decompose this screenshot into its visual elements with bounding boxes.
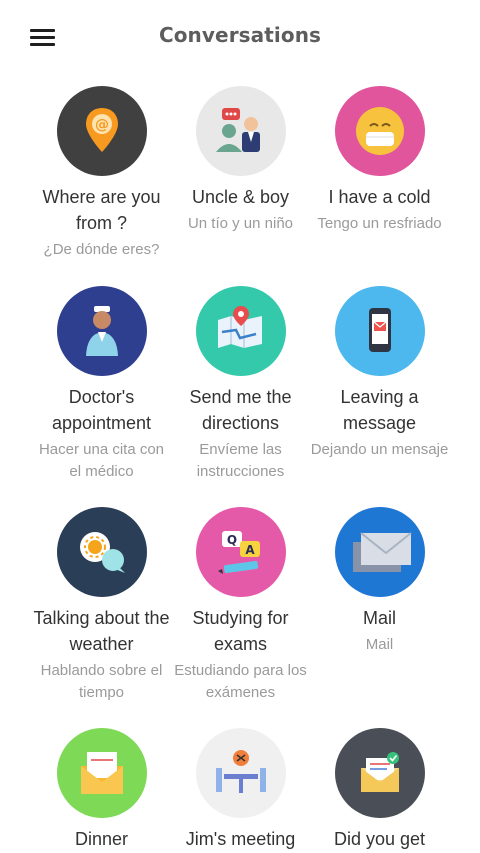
envelope-check-icon: [334, 728, 425, 818]
location-pin-icon: @: [56, 86, 147, 176]
conversation-card[interactable]: Doctor's appointment Hacer una cita con …: [32, 286, 171, 483]
conversation-title: Leaving a message: [340, 387, 419, 433]
conversation-subtitle: Hacer una cita con el médico: [38, 441, 165, 480]
sick-face-icon: [334, 86, 425, 176]
conversation-title: I have a cold: [328, 187, 431, 207]
conversation-card[interactable]: Jim's meeting: [171, 728, 310, 853]
conversation-subtitle: ¿De dónde eres?: [43, 241, 160, 258]
people-chat-icon: [195, 86, 286, 176]
svg-text:A: A: [245, 543, 255, 557]
envelope-icon: [334, 507, 425, 597]
conversation-card[interactable]: Did you get: [310, 728, 449, 853]
conversation-subtitle: Mail: [365, 636, 394, 653]
conversation-title: Dinner: [74, 829, 129, 849]
conversation-title: Mail: [362, 608, 396, 628]
conversation-subtitle: Dejando un mensaje: [310, 441, 449, 458]
weather-chat-icon: [56, 507, 147, 597]
qa-exam-icon: Q A: [195, 507, 286, 597]
doctor-icon: [56, 286, 147, 376]
conversation-subtitle: Hablando sobre el tiempo: [40, 662, 163, 701]
phone-message-icon: [334, 286, 425, 376]
conversation-title: Doctor's appointment: [51, 387, 152, 433]
conversation-title: Studying for exams: [192, 608, 289, 654]
conversation-title: Jim's meeting: [185, 829, 296, 849]
dinner-invitation-icon: [56, 728, 147, 818]
conversation-subtitle: Un tío y un niño: [187, 215, 294, 232]
conversation-card[interactable]: Leaving a message Dejando un mensaje: [310, 286, 449, 461]
conversation-card[interactable]: Dinner: [32, 728, 171, 853]
map-icon: [195, 286, 286, 376]
conversation-card[interactable]: Mail Mail: [310, 507, 449, 656]
conversation-subtitle: Estudiando para los exámenes: [174, 662, 307, 701]
conversation-title: Uncle & boy: [191, 187, 290, 207]
meeting-table-icon: [195, 728, 286, 818]
conversation-card[interactable]: Q A Studying for exams Estudiando para l…: [171, 507, 310, 704]
svg-text:@: @: [95, 117, 109, 133]
conversation-card[interactable]: Send me the directions Envíeme las instr…: [171, 286, 310, 483]
page-title: Conversations: [158, 23, 322, 47]
conversation-title: Send me the directions: [189, 387, 292, 433]
conversation-card[interactable]: Uncle & boy Un tío y un niño: [171, 86, 310, 235]
conversation-card[interactable]: @ Where are you from ? ¿De dónde eres?: [32, 86, 171, 261]
conversation-title: Where are you from ?: [42, 187, 161, 233]
conversation-subtitle: Tengo un resfriado: [317, 215, 442, 232]
svg-text:Q: Q: [226, 533, 236, 547]
top-bar: Conversations: [0, 0, 480, 72]
conversation-card[interactable]: Talking about the weather Hablando sobre…: [32, 507, 171, 704]
conversation-subtitle: Envíeme las instrucciones: [196, 441, 285, 480]
conversation-card[interactable]: I have a cold Tengo un resfriado: [310, 86, 449, 235]
app-screen: Conversations @ Where are you from ? ¿De…: [0, 0, 480, 853]
conversation-title: Did you get: [333, 829, 426, 849]
conversation-title: Talking about the weather: [33, 608, 170, 654]
